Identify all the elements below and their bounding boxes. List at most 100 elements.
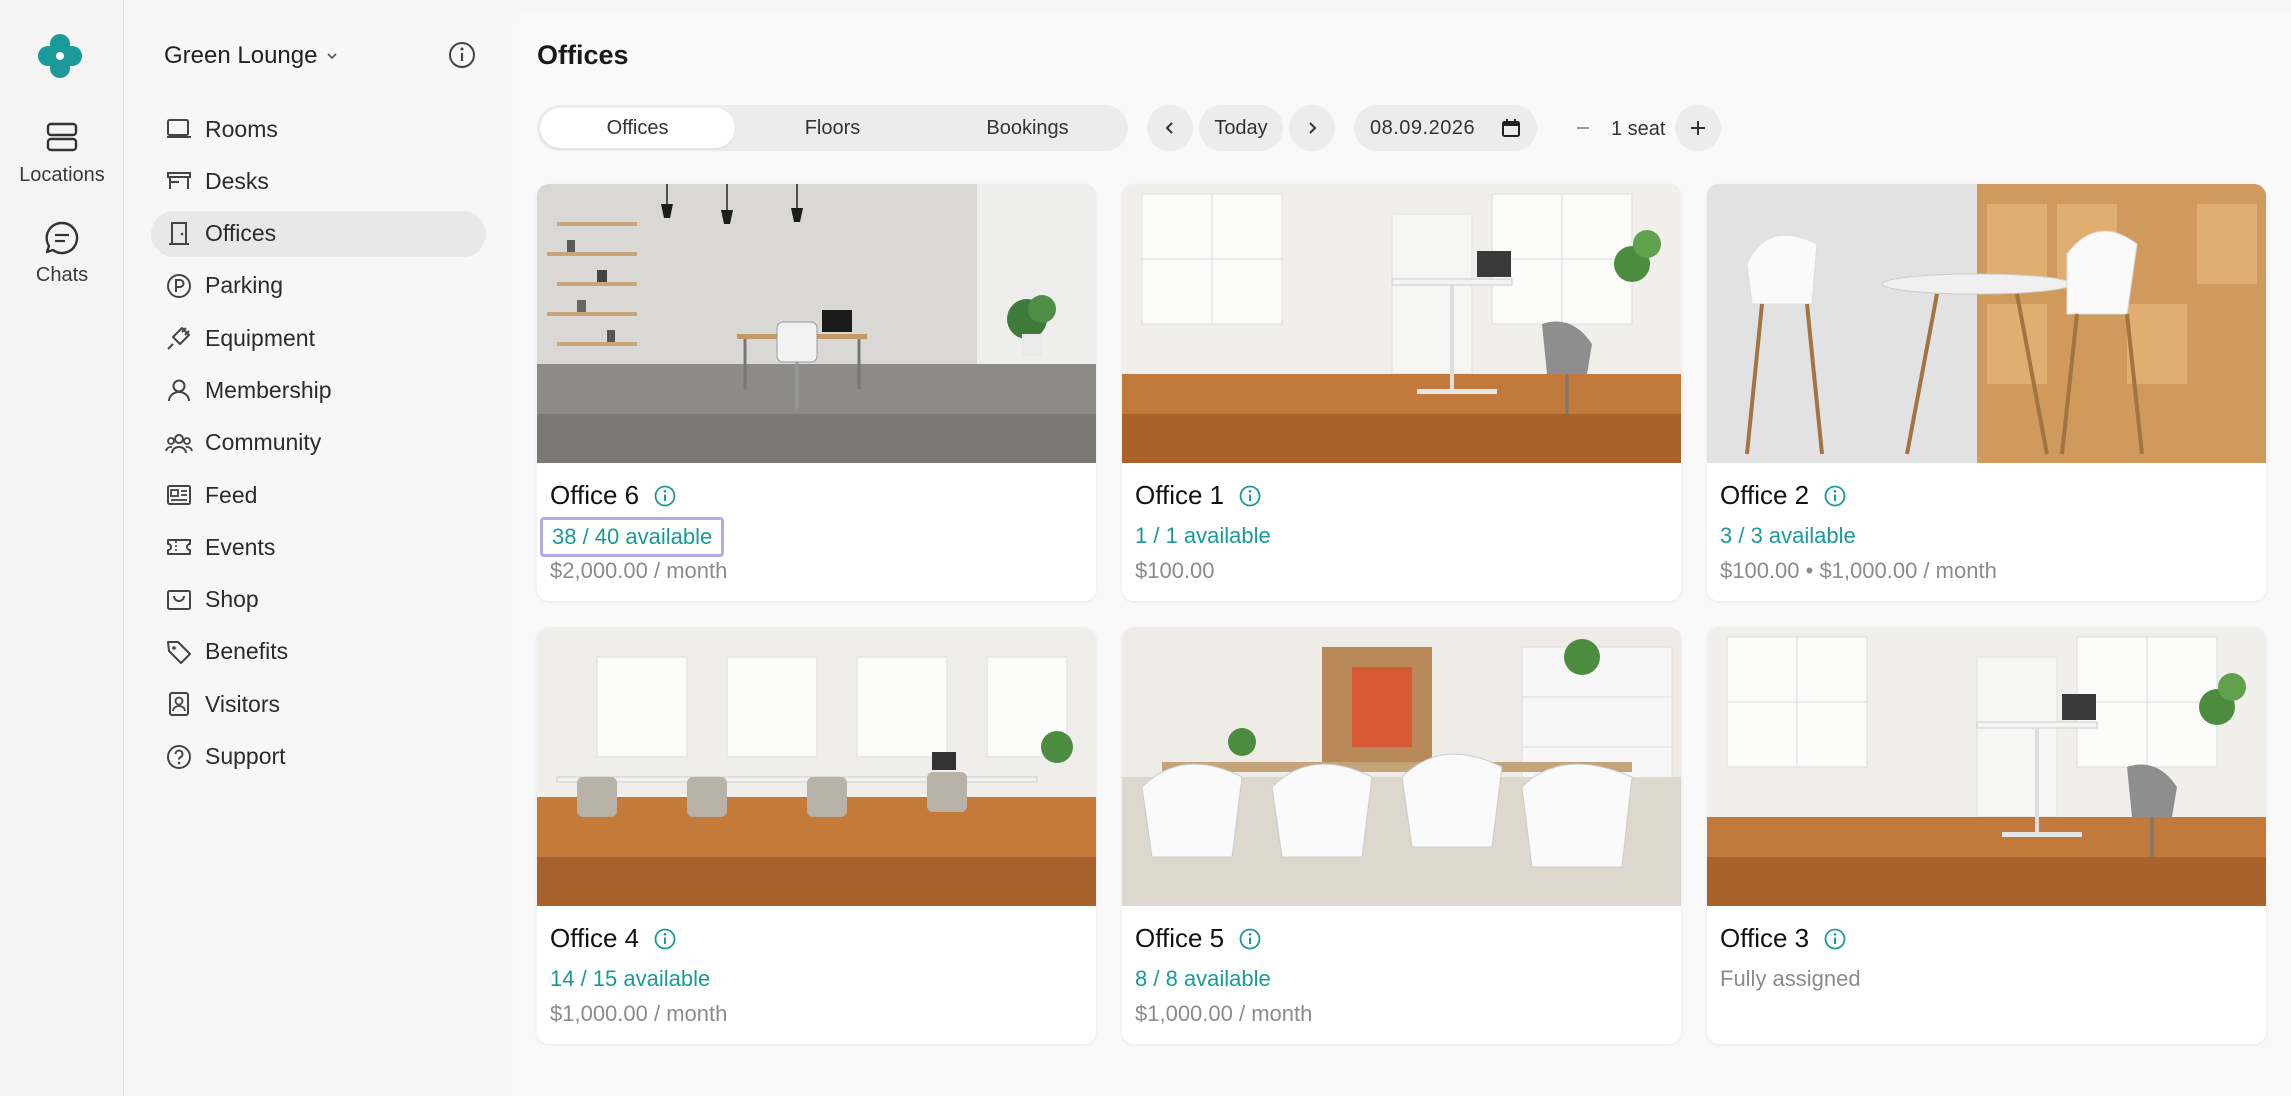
sidebar-item-label: Shop [205, 586, 259, 613]
card-title-row: Office 6 [550, 480, 677, 511]
location-info-button[interactable] [447, 40, 477, 70]
date-input[interactable]: 08.09.2026 [1354, 105, 1537, 151]
info-icon[interactable] [653, 484, 677, 508]
sidebar-item-community[interactable]: Community [151, 420, 486, 466]
sidebar-item-offices[interactable]: Offices [151, 210, 486, 257]
calendar-icon[interactable] [1501, 118, 1521, 138]
page-title: Offices [537, 40, 629, 70]
sidebar-item-label: Benefits [205, 638, 289, 665]
minus-icon [1577, 127, 1589, 129]
decrease-seats-button[interactable] [1560, 105, 1606, 151]
sidebar-item-visitors[interactable]: Visitors [151, 681, 486, 727]
person-icon [168, 379, 190, 402]
sidebar-item-label: Community [205, 429, 322, 456]
chevron-left-icon [1165, 122, 1173, 134]
office-photo [1122, 627, 1681, 906]
rail-item-locations[interactable]: Locations [0, 118, 124, 187]
office-photo [537, 184, 1096, 463]
tab-floors[interactable]: Floors [735, 108, 930, 148]
sidebar-item-events[interactable]: Events [151, 524, 486, 570]
office-card[interactable]: Office 6 38 / 40 available $2,000.00 / m… [537, 184, 1096, 601]
office-photo [1122, 184, 1681, 463]
app-logo[interactable] [35, 27, 85, 85]
price-text: $100.00 • $1,000.00 / month [1720, 558, 1997, 583]
office-icon [169, 221, 189, 245]
card-title-row: Office 3 [1720, 923, 1847, 954]
tag-icon [167, 640, 191, 664]
info-icon[interactable] [1238, 484, 1262, 508]
office-card[interactable]: Office 4 14 / 15 available $1,000.00 / m… [537, 627, 1096, 1044]
card-title: Office 3 [1720, 923, 1810, 953]
sidebar-item-label: Parking [205, 272, 283, 299]
card-title-row: Office 1 [1135, 480, 1262, 511]
office-card[interactable]: Office 1 1 / 1 available $100.00 [1122, 184, 1681, 601]
increase-seats-button[interactable] [1675, 105, 1721, 151]
sidebar-nav: Rooms Desks Offices Parking Equipment Me… [151, 106, 486, 786]
chat-icon [45, 221, 79, 255]
office-card[interactable]: Office 2 3 / 3 available $100.00 • $1,00… [1707, 184, 2266, 601]
card-title: Office 4 [550, 923, 640, 953]
availability-text: 3 / 3 available [1720, 523, 1856, 548]
room-icon [167, 119, 191, 138]
office-card[interactable]: Office 5 8 / 8 available $1,000.00 / mon… [1122, 627, 1681, 1044]
info-icon[interactable] [1823, 484, 1847, 508]
sidebar-item-label: Events [205, 533, 276, 560]
date-value: 08.09.2026 [1370, 116, 1476, 139]
desk-icon [167, 172, 191, 190]
chevron-right-icon [1309, 122, 1317, 134]
next-day-button[interactable] [1289, 105, 1335, 151]
sidebar-item-shop[interactable]: Shop [151, 577, 486, 623]
info-icon[interactable] [1823, 927, 1847, 951]
location-name: Green Lounge [164, 42, 318, 69]
tab-bookings[interactable]: Bookings [930, 108, 1125, 148]
info-icon[interactable] [653, 927, 677, 951]
locations-icon [46, 122, 78, 152]
price-text: $100.00 [1135, 558, 1215, 583]
info-icon [449, 42, 475, 68]
sidebar-item-desks[interactable]: Desks [151, 158, 486, 204]
card-title-row: Office 5 [1135, 923, 1262, 954]
sidebar-item-rooms[interactable]: Rooms [151, 106, 486, 152]
location-switcher[interactable]: Green Lounge [164, 38, 484, 74]
availability-text: 14 / 15 available [550, 966, 711, 991]
availability-text: 1 / 1 available [1135, 523, 1271, 548]
sidebar-item-label: Rooms [205, 115, 278, 142]
logo-icon [38, 34, 82, 78]
price-text: $2,000.00 / month [550, 558, 728, 583]
sidebar-item-label: Membership [205, 376, 332, 403]
price-text: $1,000.00 / month [1135, 1001, 1313, 1026]
sidebar-item-label: Feed [205, 481, 258, 508]
community-icon [165, 433, 193, 453]
rail-label-chats: Chats [35, 264, 89, 286]
sidebar-item-parking[interactable]: Parking [151, 263, 486, 309]
card-title: Office 2 [1720, 480, 1810, 510]
visitor-badge-icon [169, 692, 189, 717]
plug-icon [167, 327, 190, 350]
card-title-row: Office 2 [1720, 480, 1847, 511]
sidebar-item-feed[interactable]: Feed [151, 472, 486, 518]
sidebar-item-label: Equipment [205, 324, 315, 351]
info-icon[interactable] [1238, 927, 1262, 951]
sidebar: Green Lounge Rooms Desks Offices Parking [125, 0, 510, 1096]
chevron-down-icon [327, 53, 338, 60]
sidebar-item-label: Offices [205, 220, 277, 247]
card-title: Office 5 [1135, 923, 1225, 953]
sidebar-item-support[interactable]: Support [151, 734, 486, 780]
office-photo [1707, 627, 2266, 906]
today-button[interactable]: Today [1199, 105, 1283, 151]
sidebar-item-benefits[interactable]: Benefits [151, 629, 486, 675]
card-title: Office 6 [550, 480, 640, 510]
availability-text: 8 / 8 available [1135, 966, 1271, 991]
sidebar-item-label: Visitors [205, 690, 280, 717]
rail-label-locations: Locations [19, 164, 105, 186]
sidebar-item-equipment[interactable]: Equipment [151, 315, 486, 361]
sidebar-item-membership[interactable]: Membership [151, 367, 486, 413]
sidebar-item-label: Support [205, 743, 286, 770]
app-rail: Locations Chats [0, 0, 124, 1096]
office-card[interactable]: Office 3 Fully assigned [1707, 627, 2266, 1044]
plus-icon [1691, 121, 1705, 135]
ticket-icon [167, 539, 191, 556]
rail-item-chats[interactable]: Chats [0, 218, 124, 287]
previous-day-button[interactable] [1147, 105, 1193, 151]
tab-offices[interactable]: Offices [540, 108, 735, 148]
